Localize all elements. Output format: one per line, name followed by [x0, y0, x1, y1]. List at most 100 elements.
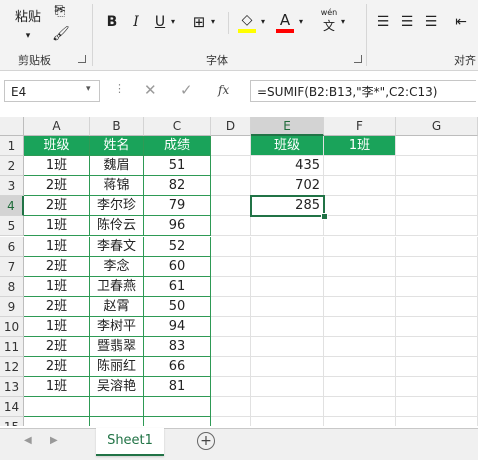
- row-header-13[interactable]: 13: [0, 377, 24, 398]
- cell-d15[interactable]: [211, 417, 251, 426]
- table-cell[interactable]: 吴溶艳: [90, 377, 144, 398]
- table-cell[interactable]: 李树平: [90, 316, 144, 337]
- cell-e7[interactable]: [251, 256, 324, 277]
- phonetic-dropdown-icon[interactable]: ▾: [338, 12, 348, 32]
- format-painter-icon[interactable]: 🖌: [52, 24, 70, 44]
- cell-b14[interactable]: [90, 397, 144, 418]
- cell-e12[interactable]: [251, 357, 324, 378]
- cell-g5[interactable]: [396, 216, 478, 237]
- row-header-15[interactable]: 15: [0, 417, 24, 426]
- row-header-7[interactable]: 7: [0, 256, 24, 277]
- worksheet-grid[interactable]: ABCDEFG 12345678910111213141516 班级姓名成绩1班…: [0, 117, 478, 426]
- name-box-dropdown-icon[interactable]: ▾: [86, 84, 91, 94]
- table-cell[interactable]: 2班: [24, 176, 90, 197]
- cell-f11[interactable]: [324, 337, 396, 358]
- align-right-icon[interactable]: ☰: [422, 12, 440, 32]
- cell-e14[interactable]: [251, 397, 324, 418]
- prev-sheet-icon[interactable]: ◀: [24, 435, 32, 446]
- cell-d2[interactable]: [211, 156, 251, 177]
- cell-d13[interactable]: [211, 377, 251, 398]
- table-cell[interactable]: 79: [144, 196, 211, 217]
- cell-d12[interactable]: [211, 357, 251, 378]
- cell-f14[interactable]: [324, 397, 396, 418]
- table-cell[interactable]: 陈丽红: [90, 357, 144, 378]
- underline-button[interactable]: U: [152, 12, 168, 32]
- cell-g4[interactable]: [396, 196, 478, 217]
- table-cell[interactable]: 蒋锦: [90, 176, 144, 197]
- cell-g9[interactable]: [396, 296, 478, 317]
- cell-d14[interactable]: [211, 397, 251, 418]
- indent-decrease-icon[interactable]: ⇤: [452, 12, 470, 32]
- cell-d6[interactable]: [211, 236, 251, 257]
- border-dropdown-icon[interactable]: ▾: [208, 12, 218, 32]
- phonetic-guide-button[interactable]: 文: [320, 16, 338, 36]
- cell-e10[interactable]: [251, 316, 324, 337]
- cell-g14[interactable]: [396, 397, 478, 418]
- cell-d9[interactable]: [211, 296, 251, 317]
- table-cell[interactable]: 2班: [24, 337, 90, 358]
- cell-g15[interactable]: [396, 417, 478, 426]
- table-cell[interactable]: 52: [144, 236, 211, 257]
- border-icon[interactable]: ⊞: [190, 12, 208, 32]
- cell-g3[interactable]: [396, 176, 478, 197]
- table-cell[interactable]: 1班: [24, 236, 90, 257]
- cell-d3[interactable]: [211, 176, 251, 197]
- column-header-c[interactable]: C: [144, 117, 211, 136]
- table-cell[interactable]: 赵霄: [90, 296, 144, 317]
- cell-g13[interactable]: [396, 377, 478, 398]
- row-header-11[interactable]: 11: [0, 337, 24, 358]
- table-cell[interactable]: 61: [144, 276, 211, 297]
- table-cell[interactable]: 82: [144, 176, 211, 197]
- row-header-6[interactable]: 6: [0, 236, 24, 257]
- column-header-e[interactable]: E: [251, 117, 324, 136]
- cell-e15[interactable]: [251, 417, 324, 426]
- row-header-5[interactable]: 5: [0, 216, 24, 237]
- table-cell[interactable]: 94: [144, 316, 211, 337]
- table-cell[interactable]: 2班: [24, 357, 90, 378]
- table-cell[interactable]: 暨翡翠: [90, 337, 144, 358]
- row-header-3[interactable]: 3: [0, 176, 24, 197]
- paste-dropdown-icon[interactable]: ▾: [22, 26, 34, 46]
- cell-d1[interactable]: [211, 136, 251, 157]
- add-sheet-button[interactable]: +: [197, 432, 215, 450]
- table-cell[interactable]: 李春文: [90, 236, 144, 257]
- table-cell[interactable]: 陈伶云: [90, 216, 144, 237]
- cell-d5[interactable]: [211, 216, 251, 237]
- cell-e13[interactable]: [251, 377, 324, 398]
- table-cell[interactable]: 51: [144, 156, 211, 177]
- summary-value-cell[interactable]: 702: [251, 176, 324, 197]
- cell-g6[interactable]: [396, 236, 478, 257]
- row-header-12[interactable]: 12: [0, 357, 24, 378]
- cell-f6[interactable]: [324, 236, 396, 257]
- cell-f15[interactable]: [324, 417, 396, 426]
- table-cell[interactable]: 2班: [24, 256, 90, 277]
- summary-value-cell[interactable]: 435: [251, 156, 324, 177]
- cell-a14[interactable]: [24, 397, 90, 418]
- font-color-button[interactable]: A: [276, 10, 294, 30]
- cell-d8[interactable]: [211, 276, 251, 297]
- cell-d4[interactable]: [211, 196, 251, 217]
- column-header-a[interactable]: A: [24, 117, 90, 136]
- table-cell[interactable]: 83: [144, 337, 211, 358]
- cell-e6[interactable]: [251, 236, 324, 257]
- cell-d7[interactable]: [211, 256, 251, 277]
- table-cell[interactable]: 1班: [24, 216, 90, 237]
- align-left-icon[interactable]: ☰: [374, 12, 392, 32]
- cell-e11[interactable]: [251, 337, 324, 358]
- font-color-dropdown-icon[interactable]: ▾: [296, 12, 306, 32]
- cell-d10[interactable]: [211, 316, 251, 337]
- cell-g12[interactable]: [396, 357, 478, 378]
- fill-color-dropdown-icon[interactable]: ▾: [258, 12, 268, 32]
- table-cell[interactable]: 66: [144, 357, 211, 378]
- column-header-d[interactable]: D: [211, 117, 251, 136]
- insert-function-button[interactable]: fx: [218, 83, 229, 97]
- cell-e8[interactable]: [251, 276, 324, 297]
- table-cell[interactable]: 1班: [24, 377, 90, 398]
- italic-button[interactable]: I: [128, 12, 144, 32]
- underline-dropdown-icon[interactable]: ▾: [168, 12, 178, 32]
- cell-a15[interactable]: [24, 417, 90, 426]
- table-cell[interactable]: 60: [144, 256, 211, 277]
- cell-f13[interactable]: [324, 377, 396, 398]
- table-cell[interactable]: 李尔珍: [90, 196, 144, 217]
- table-cell[interactable]: 2班: [24, 296, 90, 317]
